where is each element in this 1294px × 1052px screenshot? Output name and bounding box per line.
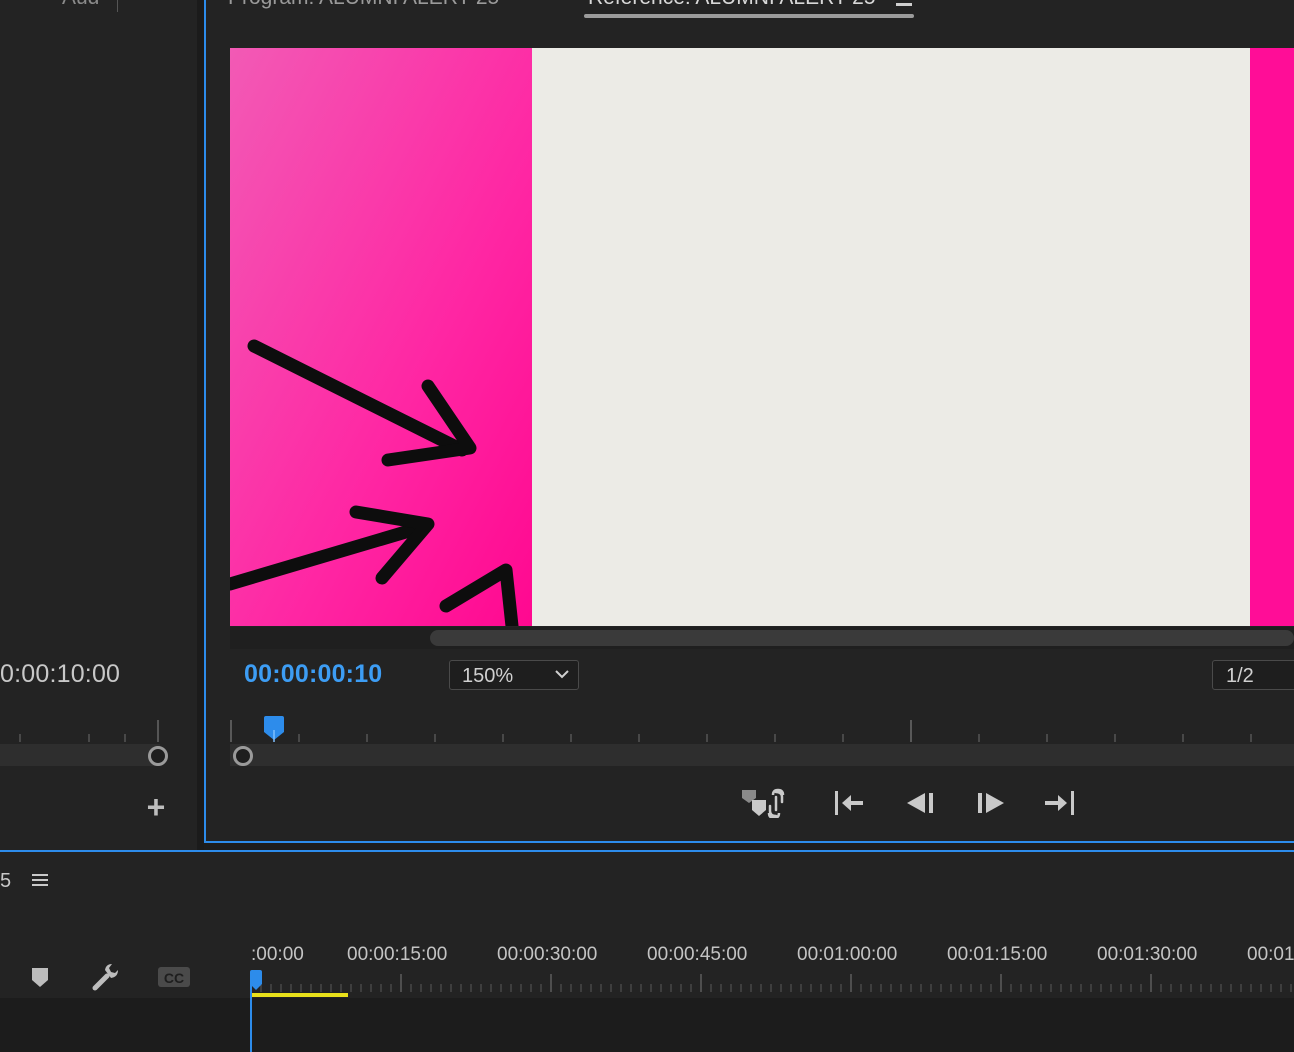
- monitor-time-ruler[interactable]: [230, 712, 1294, 742]
- video-preview[interactable]: [230, 48, 1294, 626]
- add-button[interactable]: +: [141, 791, 171, 823]
- playhead-timecode[interactable]: 00:00:00:10: [244, 660, 382, 689]
- step-forward-icon[interactable]: [974, 788, 1008, 818]
- source-ruler[interactable]: [0, 718, 170, 742]
- timeline-ruler-labels[interactable]: :00:00 00:00:15:00 00:00:30:00 00:00:45:…: [250, 944, 1294, 970]
- ruler-label: :00:00: [251, 944, 304, 965]
- timeline-track-area[interactable]: [0, 998, 1294, 1052]
- tab-separator: [117, 0, 118, 12]
- go-to-out-icon[interactable]: [1043, 788, 1077, 818]
- audio-tab[interactable]: Aud: [62, 0, 99, 10]
- ruler-label: 00:00:30:00: [497, 944, 598, 965]
- timeline-ruler-ticks[interactable]: [250, 972, 1294, 994]
- work-area-bar[interactable]: [250, 993, 348, 997]
- panel-menu-icon[interactable]: [896, 0, 912, 6]
- timeline-playhead-icon[interactable]: [249, 970, 263, 992]
- playback-resolution-value: 1/2: [1226, 665, 1254, 687]
- source-timecode[interactable]: 0:00:10:00: [0, 660, 120, 689]
- zoom-level-value: 150%: [462, 665, 514, 687]
- tab-program-monitor[interactable]: Program: ALUMNI ALERT 25: [228, 0, 499, 10]
- ruler-label: 00:01:15:00: [947, 944, 1048, 965]
- monitor-scrub-track[interactable]: [230, 744, 1294, 766]
- hamburger-menu-icon[interactable]: [32, 873, 48, 887]
- ruler-label: 00:00:15:00: [347, 944, 448, 965]
- monitor-playhead-icon[interactable]: [262, 716, 286, 742]
- monitor-in-handle[interactable]: [233, 746, 253, 766]
- ruler-label: 00:01:00:00: [797, 944, 898, 965]
- video-frame-image: [230, 48, 1294, 626]
- chevron-down-icon: [555, 670, 569, 679]
- marker-link-icon[interactable]: [740, 788, 788, 818]
- panel-divider[interactable]: [197, 0, 204, 850]
- step-back-icon[interactable]: [903, 788, 937, 818]
- source-scrub-track[interactable]: [0, 744, 160, 766]
- sequence-tab-label[interactable]: 5: [0, 870, 11, 893]
- go-to-in-icon[interactable]: [832, 788, 866, 818]
- ruler-label: 00:01:30:00: [1097, 944, 1198, 965]
- wrench-icon[interactable]: [90, 962, 120, 992]
- captions-icon[interactable]: CC: [156, 962, 192, 992]
- captions-label: CC: [164, 970, 184, 986]
- monitor-scrollbar-thumb[interactable]: [430, 630, 1294, 646]
- tab-reference-monitor[interactable]: Reference: ALUMNI ALERT 25: [588, 0, 876, 10]
- ruler-label: 00:01: [1247, 944, 1294, 965]
- active-tab-indicator: [584, 14, 914, 18]
- marker-icon[interactable]: [26, 962, 56, 992]
- ruler-label: 00:00:45:00: [647, 944, 748, 965]
- source-out-handle[interactable]: [148, 746, 168, 766]
